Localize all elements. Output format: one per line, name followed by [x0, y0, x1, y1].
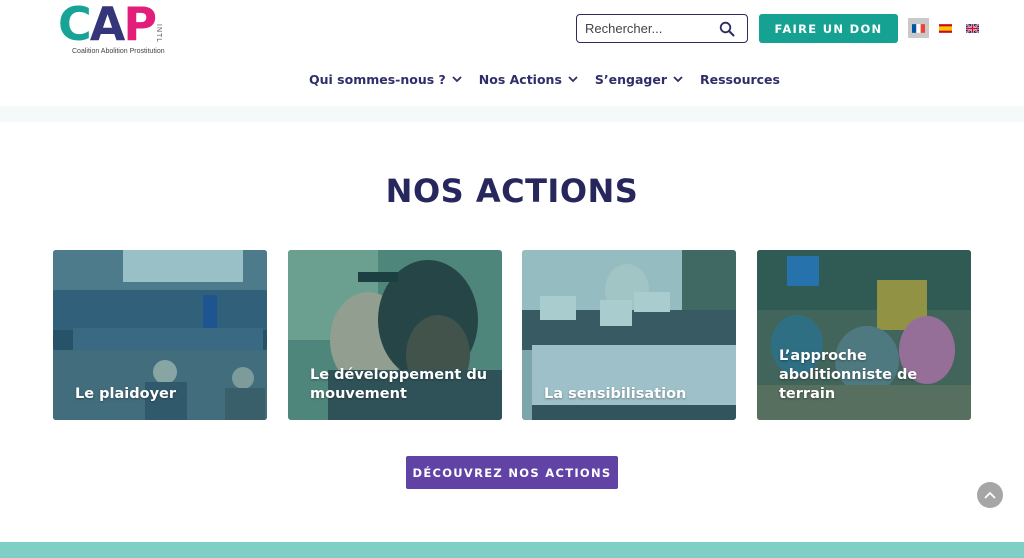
flag-fr-icon: [912, 23, 925, 33]
card-developpement-mouvement[interactable]: Le développement du mouvement: [288, 250, 502, 420]
discover-actions-button[interactable]: DÉCOUVREZ NOS ACTIONS: [406, 456, 618, 489]
language-fr[interactable]: [908, 18, 929, 38]
chevron-down-icon: [568, 76, 578, 83]
actions-cards: Le plaidoyer Le développement du mouveme…: [53, 250, 971, 420]
language-switcher: [908, 18, 983, 38]
search-icon[interactable]: [719, 21, 735, 37]
scroll-to-top-button[interactable]: [977, 482, 1003, 508]
nav-item-sengager[interactable]: S’engager: [595, 72, 683, 87]
flag-es-icon: [939, 23, 952, 33]
nav-item-nos-actions[interactable]: Nos Actions: [479, 72, 578, 87]
nav-item-label: Qui sommes-nous ?: [309, 72, 446, 87]
language-en[interactable]: [962, 18, 983, 38]
search-input[interactable]: [585, 20, 715, 37]
site-header: CAP INTL Coalition Abolition Prostitutio…: [0, 0, 1024, 106]
footer-band: [0, 542, 1024, 558]
section-title: NOS ACTIONS: [385, 172, 639, 210]
card-label: La sensibilisation: [544, 386, 687, 402]
logo-tagline: Coalition Abolition Prostitution: [72, 48, 165, 55]
nav-item-label: Nos Actions: [478, 72, 562, 87]
card-label: L’approche abolitionniste de terrain: [779, 348, 918, 402]
logo-letter-p: P: [123, 0, 157, 51]
site-logo[interactable]: CAP INTL Coalition Abolition Prostitutio…: [58, 0, 178, 55]
card-label: Le développement du mouvement: [310, 367, 488, 402]
logo-letter-a: A: [89, 0, 126, 51]
donate-button[interactable]: FAIRE UN DON: [759, 14, 898, 43]
chevron-up-icon: [984, 491, 996, 499]
card-sensibilisation[interactable]: La sensibilisation: [522, 250, 736, 420]
logo-intl: INTL: [155, 24, 162, 44]
nav-item-label: S’engager: [594, 72, 668, 87]
language-es[interactable]: [935, 18, 956, 38]
nav-item-qui-sommes-nous[interactable]: Qui sommes-nous ?: [309, 72, 462, 87]
main-nav: Qui sommes-nous ? Nos Actions S’engager …: [309, 72, 797, 87]
card-plaidoyer[interactable]: Le plaidoyer: [53, 250, 267, 420]
card-approche-terrain[interactable]: L’approche abolitionniste de terrain: [757, 250, 971, 420]
header-divider-band: [0, 106, 1024, 122]
logo-letter-c: C: [58, 0, 92, 51]
chevron-down-icon: [673, 76, 683, 83]
flag-uk-icon: [966, 23, 979, 33]
logo-letters: CAP: [58, 0, 157, 51]
chevron-down-icon: [452, 76, 462, 83]
nav-item-label: Ressources: [700, 72, 780, 87]
nav-item-ressources[interactable]: Ressources: [700, 72, 780, 87]
card-label: Le plaidoyer: [75, 386, 177, 402]
search-box: [576, 14, 748, 43]
